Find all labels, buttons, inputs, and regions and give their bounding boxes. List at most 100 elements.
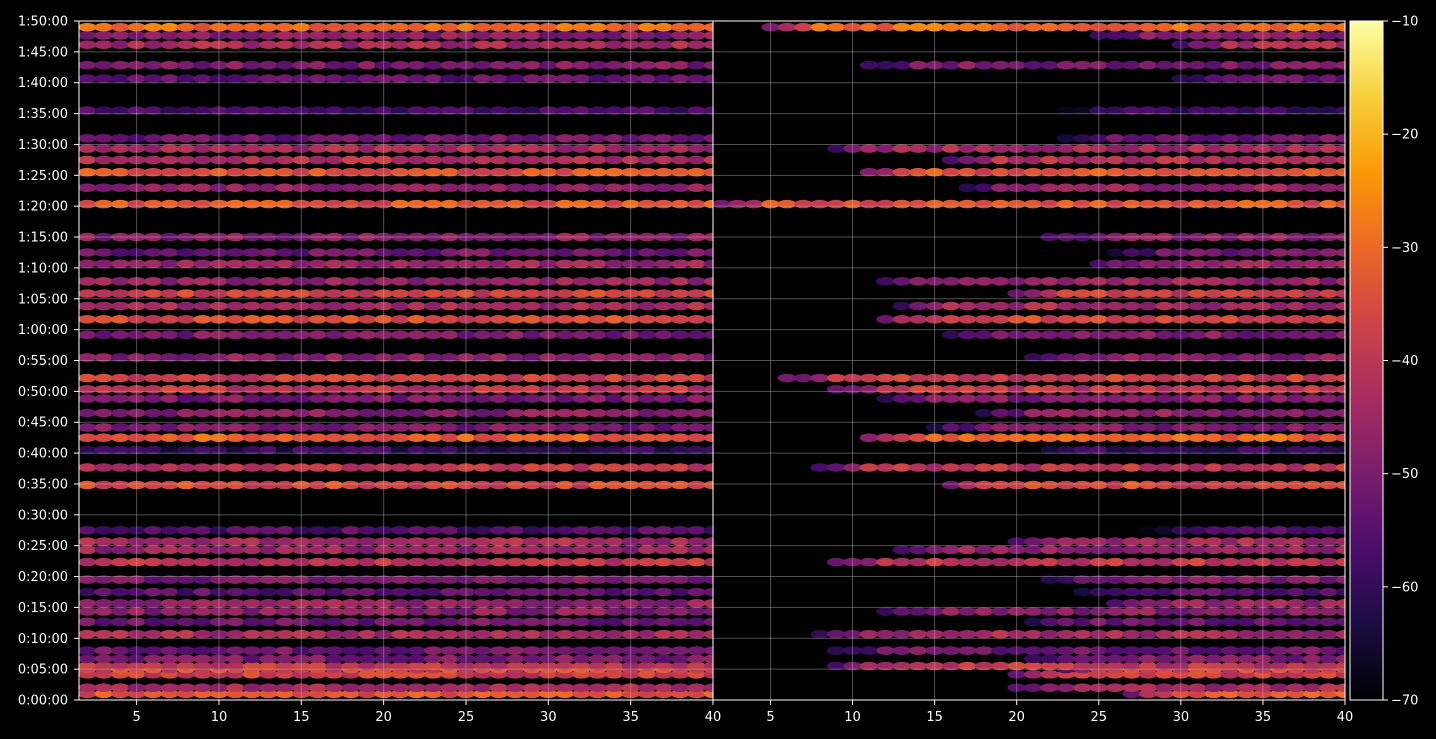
heatmap-cell (1056, 301, 1076, 311)
heatmap-cell (506, 199, 525, 209)
y-tick-label: 1:50:00 (18, 15, 68, 30)
heatmap-cell (1155, 248, 1174, 257)
heatmap-cell (259, 433, 278, 443)
heatmap-cell (1188, 587, 1207, 597)
heatmap-cell (941, 60, 961, 70)
heatmap-cell (555, 646, 574, 655)
heatmap-cell (1319, 433, 1338, 443)
heatmap-cell (308, 31, 327, 40)
heatmap-cell (1237, 683, 1256, 692)
heatmap-cell (588, 433, 607, 443)
heatmap-cell (341, 433, 360, 443)
heatmap-cell (111, 423, 130, 432)
heatmap-cell (687, 587, 706, 597)
heatmap-cell (991, 155, 1010, 165)
heatmap-cell (473, 155, 492, 165)
heatmap-cell (1303, 289, 1322, 298)
heatmap-cell (308, 433, 327, 443)
heatmap-cell (423, 480, 443, 490)
heatmap-cell (79, 277, 97, 286)
heatmap-cell (358, 587, 377, 597)
heatmap-cell (1303, 144, 1322, 153)
heatmap-cell (1270, 607, 1289, 616)
heatmap-cell (687, 526, 706, 535)
heatmap-cell (1286, 134, 1306, 143)
heatmap-cell (588, 22, 607, 32)
heatmap-cell (1286, 155, 1306, 165)
heatmap-cell (489, 646, 509, 655)
heatmap-cell (555, 40, 574, 49)
heatmap-cell (1106, 617, 1125, 627)
heatmap-cell (111, 301, 130, 311)
heatmap-cell (1220, 526, 1240, 535)
heatmap-cell (506, 74, 525, 83)
heatmap-cell (407, 629, 426, 639)
heatmap-cell (1073, 277, 1092, 286)
heatmap-cell (1270, 289, 1289, 298)
heatmap-cell (991, 330, 1010, 340)
heatmap-cell (473, 301, 492, 311)
heatmap-cell (1138, 155, 1158, 165)
heatmap-cell (941, 330, 961, 340)
heatmap-cell (275, 248, 294, 257)
heatmap-cell (588, 599, 607, 608)
heatmap-cell (1155, 301, 1174, 311)
heatmap-cell (892, 545, 911, 555)
heatmap-cell (1155, 537, 1174, 546)
heatmap-cell (974, 144, 994, 153)
heatmap-cell (473, 259, 492, 269)
heatmap-cell (1138, 289, 1158, 298)
heatmap-cell (1237, 40, 1256, 49)
heatmap-cell (160, 40, 179, 49)
heatmap-cell (242, 134, 262, 143)
heatmap-cell (1073, 373, 1092, 383)
heatmap-cell (670, 22, 690, 32)
heatmap-cell (423, 629, 443, 639)
heatmap-cell (713, 199, 731, 209)
heatmap-cell (991, 394, 1010, 403)
heatmap-cell (1188, 22, 1207, 32)
heatmap-cell (242, 537, 262, 546)
heatmap-cell (440, 526, 459, 535)
heatmap-cell (259, 289, 278, 298)
heatmap-cell (810, 629, 829, 639)
heatmap-cell (687, 463, 706, 472)
heatmap-cell (176, 654, 196, 664)
heatmap-cell (588, 545, 607, 555)
heatmap-cell (275, 22, 294, 32)
y-tick-label: 0:15:00 (18, 601, 68, 616)
heatmap-cell (259, 183, 278, 192)
heatmap-cell (654, 31, 673, 40)
x-tick-label: 30 (540, 710, 557, 725)
heatmap-cell (160, 537, 179, 546)
heatmap-cell (1270, 545, 1289, 555)
heatmap-cell (605, 683, 624, 692)
heatmap-cell (1204, 289, 1223, 298)
heatmap-cell (325, 654, 344, 664)
heatmap-cell (605, 289, 624, 298)
heatmap-cell (111, 683, 130, 692)
heatmap-cell (1237, 617, 1256, 627)
heatmap-cell (572, 183, 591, 192)
heatmap-cell (991, 385, 1010, 394)
heatmap-cell (440, 537, 459, 546)
heatmap-cell (423, 301, 443, 311)
heatmap-cell (892, 629, 911, 639)
heatmap-cell (1237, 373, 1256, 383)
heatmap-cell (605, 248, 624, 257)
heatmap-cell (407, 463, 426, 472)
heatmap-cell (637, 22, 657, 32)
y-tick-label: 1:25:00 (18, 169, 68, 184)
heatmap-cell (506, 423, 525, 432)
y-tick-label: 0:30:00 (18, 508, 68, 523)
heatmap-cell (506, 373, 525, 383)
heatmap-cell (1073, 537, 1092, 546)
heatmap-cell (242, 629, 262, 639)
heatmap-cell (423, 433, 443, 443)
heatmap-cell (1204, 134, 1223, 143)
heatmap-cell (1155, 60, 1174, 70)
heatmap-cell (687, 654, 706, 664)
heatmap-cell (79, 31, 97, 40)
heatmap-cell (1303, 683, 1322, 692)
heatmap-cell (1204, 599, 1223, 608)
